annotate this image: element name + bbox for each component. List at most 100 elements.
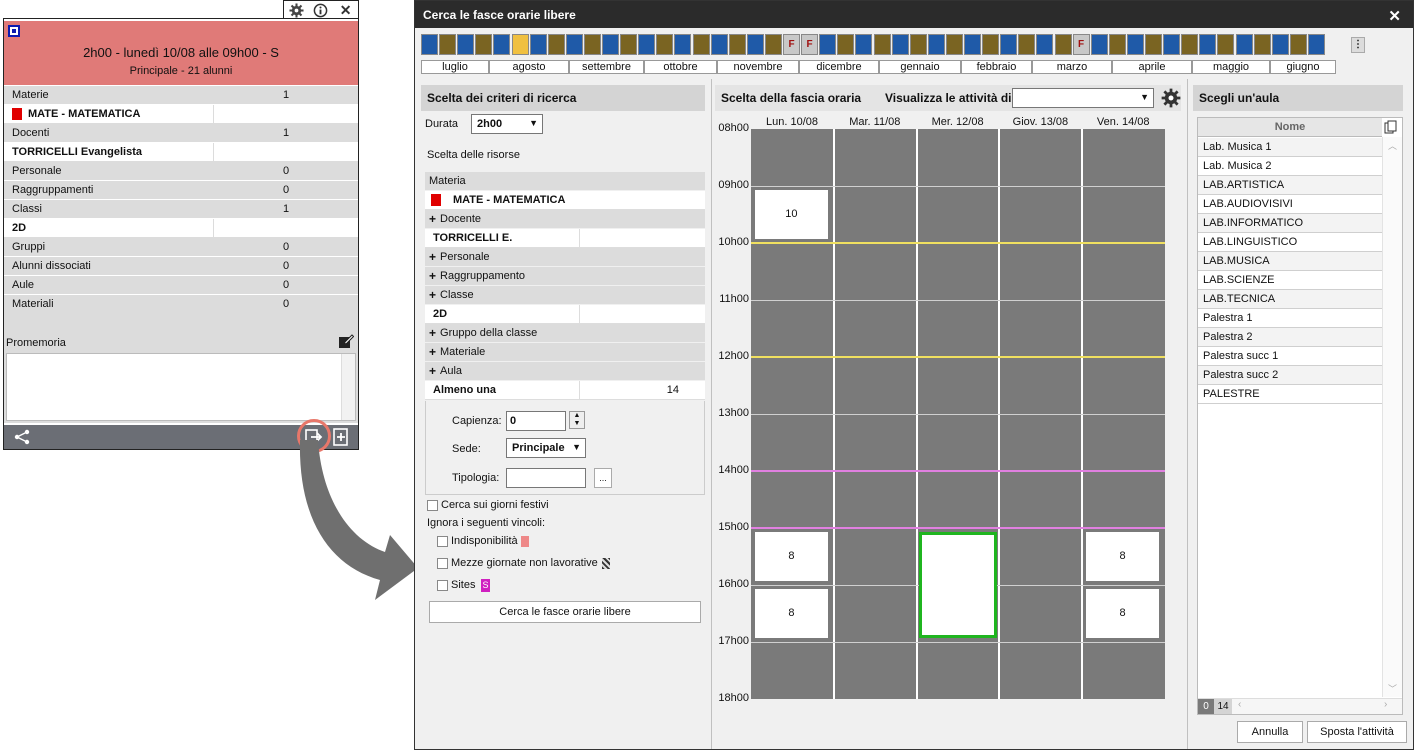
mezze-checkbox[interactable] (437, 558, 448, 569)
cancel-button[interactable]: Annulla (1237, 721, 1303, 743)
week-cell[interactable] (710, 34, 728, 55)
more-options-icon[interactable]: ⋮ (1351, 37, 1365, 53)
durata-select[interactable]: 2h00 ▼ (471, 114, 543, 134)
criteria-row[interactable]: + Personale (425, 248, 705, 267)
week-cell[interactable] (656, 34, 674, 55)
week-cell[interactable] (439, 34, 457, 55)
expand-icon[interactable]: + (429, 250, 436, 264)
day-header[interactable]: Lun. 10/08 (751, 116, 833, 128)
chevron-up-icon[interactable]: ︿ (1388, 139, 1397, 152)
week-cell[interactable] (1181, 34, 1199, 55)
visualizza-select[interactable]: ▼ (1012, 88, 1154, 108)
week-cell[interactable] (764, 34, 782, 55)
free-slot[interactable]: 8 (755, 588, 828, 639)
week-cell[interactable] (674, 34, 692, 55)
holiday-week[interactable]: F (783, 34, 800, 55)
week-cell[interactable] (819, 34, 837, 55)
free-slot[interactable]: 10 (755, 189, 828, 240)
week-cell[interactable] (982, 34, 1000, 55)
expand-icon[interactable]: + (429, 288, 436, 302)
month-label[interactable]: settembre (569, 60, 644, 74)
sede-select[interactable]: Principale ▼ (506, 438, 586, 458)
room-item[interactable]: Lab. Musica 1 (1198, 138, 1382, 157)
criteria-row[interactable]: 2D (425, 305, 705, 324)
scrollbar[interactable] (341, 354, 355, 420)
free-slot[interactable]: 8 (1086, 531, 1159, 582)
week-cell[interactable] (837, 34, 855, 55)
criteria-row[interactable]: + Docente (425, 210, 705, 229)
capienza-stepper[interactable]: ▲ ▼ (569, 411, 585, 429)
capienza-input[interactable]: 0 (506, 411, 566, 431)
week-cell[interactable] (1000, 34, 1018, 55)
sites-checkbox[interactable] (437, 580, 448, 591)
current-week[interactable] (511, 34, 529, 55)
share-icon[interactable] (14, 429, 30, 448)
month-label[interactable]: novembre (717, 60, 799, 74)
expand-icon[interactable]: + (429, 326, 436, 340)
week-cell[interactable] (638, 34, 656, 55)
week-cell[interactable] (1271, 34, 1289, 55)
room-item[interactable]: LAB.SCIENZE (1198, 271, 1382, 290)
week-cell[interactable] (1307, 34, 1325, 55)
week-cell[interactable] (945, 34, 963, 55)
scrollbar[interactable]: ︿ ﹀ (1382, 137, 1402, 697)
month-label[interactable]: dicembre (799, 60, 879, 74)
week-cell[interactable] (1199, 34, 1217, 55)
festivi-checkbox[interactable] (427, 500, 438, 511)
room-item[interactable]: Palestra succ 1 (1198, 347, 1382, 366)
close-icon[interactable]: ✕ (338, 2, 354, 19)
month-label[interactable]: giugno (1270, 60, 1336, 74)
criteria-row[interactable]: + Aula (425, 362, 705, 381)
chevron-down-icon[interactable]: ﹀ (1388, 682, 1397, 695)
week-cell[interactable] (692, 34, 710, 55)
day-header[interactable]: Ven. 14/08 (1082, 116, 1164, 128)
week-cell[interactable] (565, 34, 583, 55)
criteria-row[interactable]: + Raggruppamento (425, 267, 705, 286)
day-header[interactable]: Giov. 13/08 (999, 116, 1081, 128)
expand-icon[interactable]: + (429, 269, 436, 283)
tipologia-input[interactable] (506, 468, 586, 488)
week-cell[interactable] (1145, 34, 1162, 55)
chevron-left-icon[interactable]: ‹ (1238, 699, 1241, 710)
selection-icon[interactable] (8, 25, 20, 37)
room-item[interactable]: LAB.ARTISTICA (1198, 176, 1382, 195)
week-cell[interactable] (1163, 34, 1181, 55)
close-icon[interactable]: ✕ (1388, 7, 1401, 25)
month-label[interactable]: agosto (489, 60, 569, 74)
week-cell[interactable] (475, 34, 493, 55)
criteria-row[interactable]: Materia (425, 172, 705, 191)
week-cell[interactable] (1018, 34, 1036, 55)
room-item[interactable]: LAB.LINGUISTICO (1198, 233, 1382, 252)
promemoria-textarea[interactable] (6, 353, 356, 421)
gear-icon[interactable] (288, 3, 304, 19)
room-item[interactable]: LAB.TECNICA (1198, 290, 1382, 309)
week-cell[interactable] (547, 34, 565, 55)
room-item[interactable]: PALESTRE (1198, 385, 1382, 404)
gear-icon[interactable] (1161, 88, 1181, 111)
criteria-row[interactable]: Almeno una 14 (425, 381, 705, 400)
week-cell[interactable] (620, 34, 638, 55)
move-activity-button[interactable]: Sposta l'attività (1307, 721, 1407, 743)
week-cell[interactable] (583, 34, 601, 55)
expand-icon[interactable]: + (429, 345, 436, 359)
aule-column-header[interactable]: Nome (1198, 118, 1382, 137)
week-cell[interactable] (1090, 34, 1108, 55)
tipologia-browse-button[interactable]: ... (594, 468, 612, 488)
criteria-row[interactable]: + Classe (425, 286, 705, 305)
week-cell[interactable] (1235, 34, 1253, 55)
search-slots-button[interactable]: Cerca le fasce orarie libere (429, 601, 701, 623)
horizontal-scrollbar[interactable]: 0 14 ‹ › (1198, 698, 1402, 714)
week-cell[interactable] (1036, 34, 1054, 55)
criteria-row[interactable]: + Gruppo della classe (425, 324, 705, 343)
week-cell[interactable] (728, 34, 746, 55)
month-label[interactable]: maggio (1192, 60, 1270, 74)
selected-slot[interactable] (919, 532, 997, 638)
day-header[interactable]: Mer. 12/08 (917, 116, 999, 128)
criteria-row[interactable]: TORRICELLI E. (425, 229, 705, 248)
month-label[interactable]: gennaio (879, 60, 961, 74)
indisp-checkbox[interactable] (437, 536, 448, 547)
week-cell[interactable] (891, 34, 909, 55)
room-item[interactable]: Lab. Musica 2 (1198, 157, 1382, 176)
week-cell[interactable] (746, 34, 764, 55)
week-cell[interactable] (457, 34, 475, 55)
